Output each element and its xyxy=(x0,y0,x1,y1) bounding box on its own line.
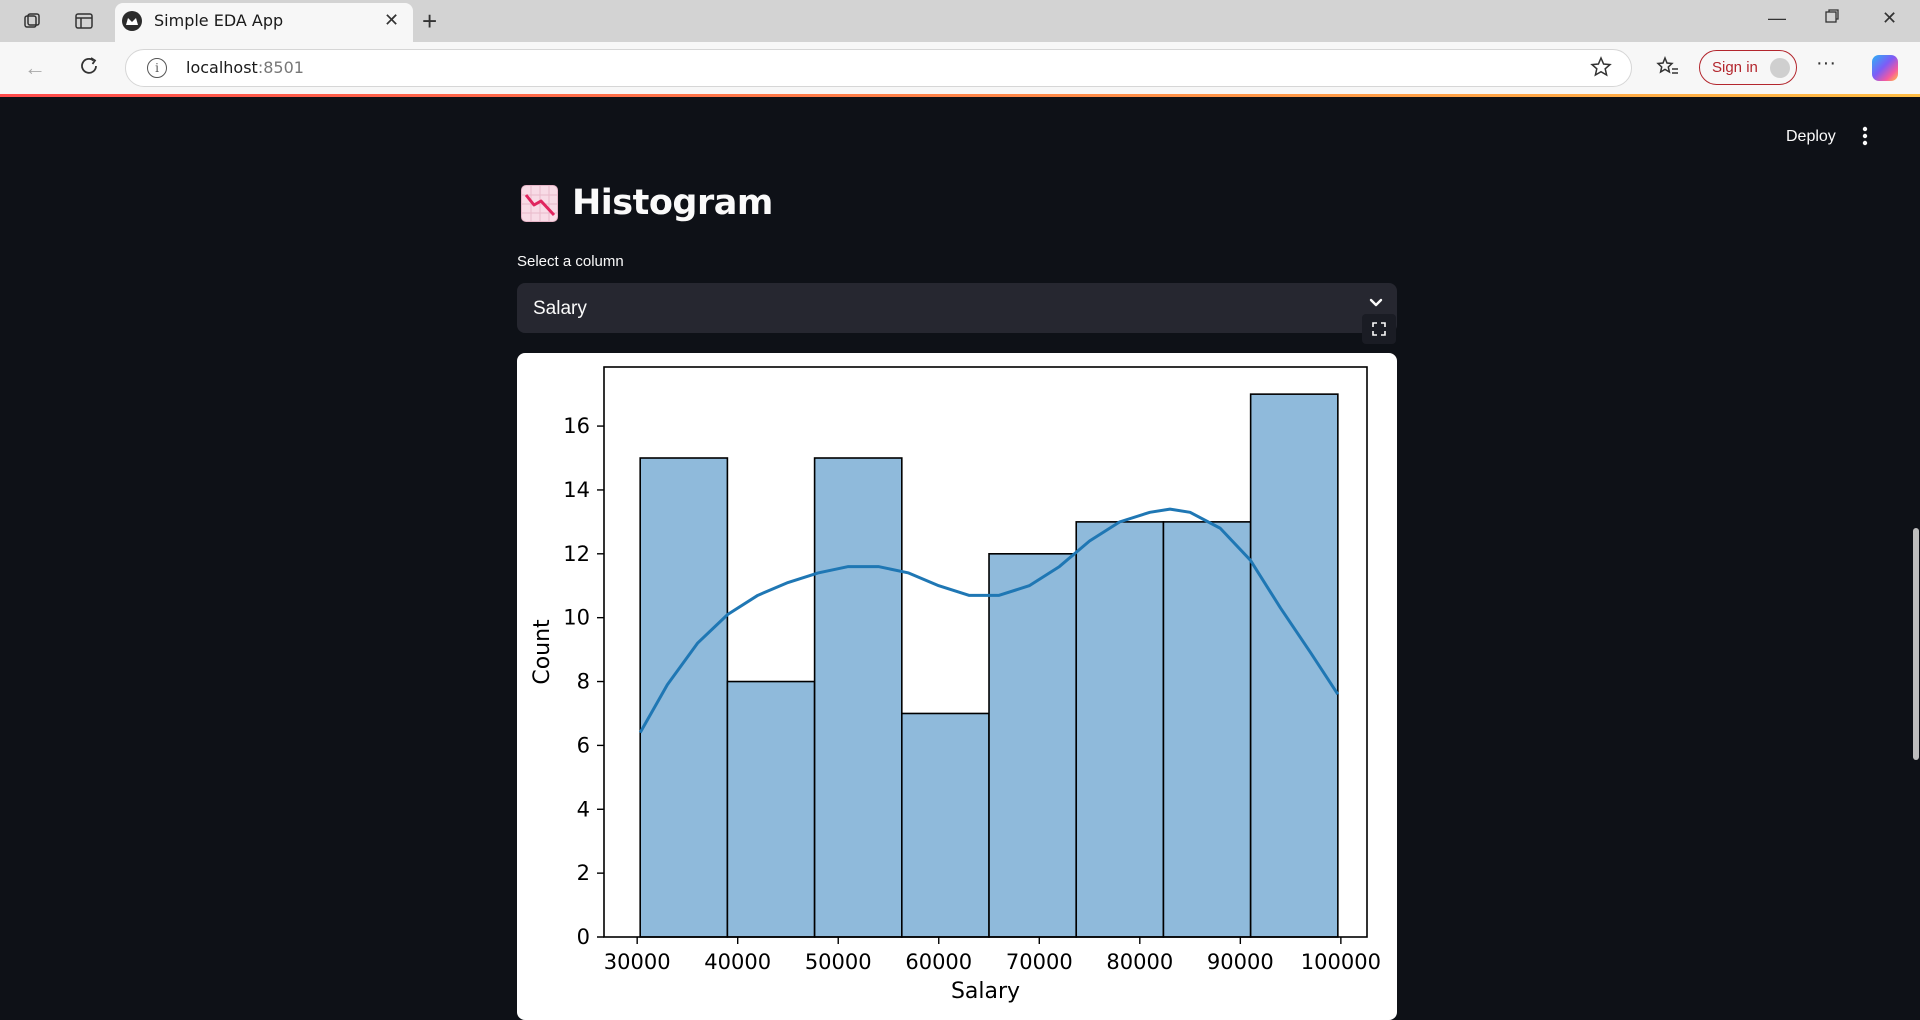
chart-decreasing-icon xyxy=(521,184,558,222)
page-scrollbar[interactable] xyxy=(1913,528,1919,760)
x-tick-label: 80000 xyxy=(1106,950,1173,974)
refresh-icon[interactable] xyxy=(78,55,100,83)
fullscreen-button[interactable] xyxy=(1362,314,1396,344)
y-tick-label: 0 xyxy=(577,925,590,949)
histogram-bar xyxy=(1162,521,1252,938)
site-info-icon[interactable]: i xyxy=(147,58,167,78)
y-tick-label: 16 xyxy=(563,414,590,438)
column-select[interactable]: Salary xyxy=(517,283,1397,333)
title-text: Histogram xyxy=(572,183,773,223)
histogram-bar xyxy=(901,712,990,938)
y-axis-label: Count xyxy=(530,619,555,685)
y-tick-label: 2 xyxy=(577,861,590,885)
histogram-bar xyxy=(813,457,903,938)
page-title: Histogram xyxy=(521,183,773,223)
y-tick-label: 6 xyxy=(577,733,590,757)
x-tick-label: 60000 xyxy=(905,950,972,974)
main-menu-icon[interactable] xyxy=(1862,126,1868,150)
x-tick-label: 70000 xyxy=(1006,950,1073,974)
close-window-icon[interactable]: ✕ xyxy=(1882,8,1897,29)
y-tick-label: 14 xyxy=(563,478,590,502)
histogram-chart: 0 2 4 6 8 10 12 14 16 30000 40000 50000 60000 70000 80… xyxy=(517,353,1397,1020)
x-tick-label: 50000 xyxy=(805,950,872,974)
histogram-bar xyxy=(1075,521,1165,938)
x-axis-label: Salary xyxy=(951,979,1020,1004)
histogram-bar xyxy=(639,457,729,938)
select-label: Select a column xyxy=(517,253,624,270)
tab-actions-icon[interactable] xyxy=(70,8,98,34)
restore-icon[interactable] xyxy=(1824,8,1840,29)
tab-title: Simple EDA App xyxy=(154,11,284,30)
x-tick-label: 90000 xyxy=(1207,950,1274,974)
deploy-button[interactable]: Deploy xyxy=(1786,128,1836,146)
x-tick-label: 100000 xyxy=(1301,950,1381,974)
profile-avatar-icon xyxy=(1770,58,1790,78)
fullscreen-icon xyxy=(1372,322,1386,336)
streamlit-favicon-icon xyxy=(122,11,142,31)
workspaces-icon[interactable] xyxy=(18,8,46,34)
favorites-icon[interactable] xyxy=(1656,55,1680,84)
y-tick-label: 4 xyxy=(577,797,590,821)
chevron-down-icon[interactable] xyxy=(1369,296,1383,315)
histogram-svg: 0 2 4 6 8 10 12 14 16 30000 40000 50000 60000 70000 80… xyxy=(530,366,1381,1004)
x-tick-label: 40000 xyxy=(704,950,771,974)
select-value: Salary xyxy=(533,298,587,319)
histogram-bar xyxy=(1249,393,1339,938)
favorite-star-icon[interactable] xyxy=(1590,56,1612,84)
more-options-icon[interactable]: ··· xyxy=(1816,52,1836,75)
streamlit-decoration-bar xyxy=(0,94,1920,97)
y-tick-label: 10 xyxy=(563,606,590,630)
y-tick-label: 8 xyxy=(577,670,590,694)
sign-in-button[interactable]: Sign in xyxy=(1699,50,1797,85)
histogram-bar xyxy=(726,680,816,938)
x-tick-label: 30000 xyxy=(604,950,671,974)
address-bar[interactable] xyxy=(125,49,1632,87)
minimize-icon[interactable]: — xyxy=(1768,8,1786,29)
y-tick-label: 12 xyxy=(563,542,590,566)
tab-close-icon[interactable]: ✕ xyxy=(384,10,399,31)
address-text[interactable]: localhost:8501 xyxy=(186,58,304,77)
histogram-bar xyxy=(988,553,1078,938)
new-tab-icon[interactable]: + xyxy=(422,6,437,37)
back-icon[interactable]: ← xyxy=(24,55,46,81)
copilot-icon[interactable] xyxy=(1872,55,1898,81)
